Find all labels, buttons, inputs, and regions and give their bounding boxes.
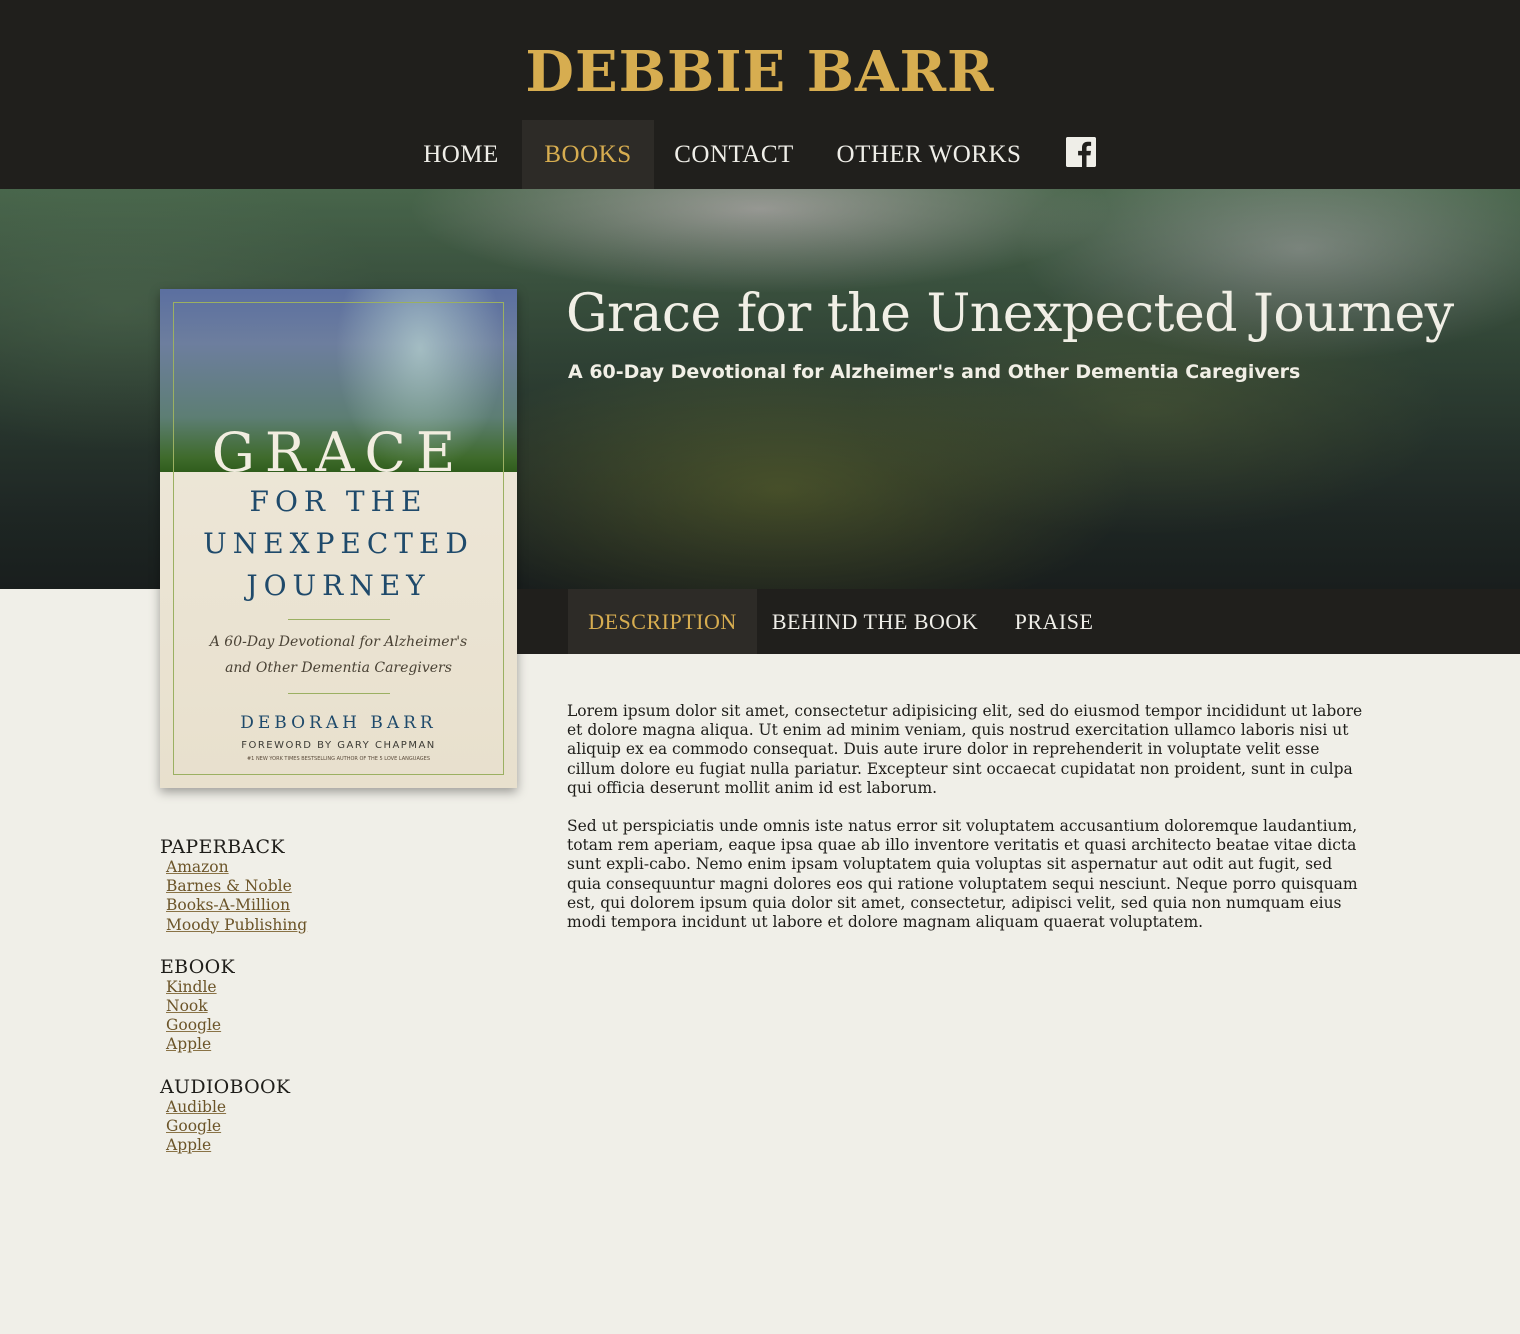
buy-link-apple[interactable]: Apple [166,1035,520,1054]
buy-links: PAPERBACK Amazon Barnes & Noble Books-A-… [160,836,520,1176]
cover-tagline-2: and Other Dementia Caregivers [225,660,452,676]
cover-line-3: JOURNEY [246,569,431,602]
buy-heading: EBOOK [160,955,236,978]
buy-heading: PAPERBACK [160,836,285,858]
cover-grace: GRACE [211,421,466,484]
nav-contact[interactable]: CONTACT [654,120,814,189]
buy-link-kindle[interactable]: Kindle [166,978,520,997]
buy-group-audiobook: AUDIOBOOK Audible Google Apple [160,1076,520,1156]
cover-line-2: UNEXPECTED [203,527,474,560]
buy-heading: AUDIOBOOK [160,1075,291,1098]
main-nav: HOME BOOKS CONTACT OTHER WORKS [0,120,1520,189]
buy-link-google[interactable]: Google [166,1117,520,1136]
book-subtitle: A 60-Day Devotional for Alzheimer's and … [568,361,1301,383]
tab-behind-the-book[interactable]: BEHIND THE BOOK [757,589,993,654]
description-paragraph: Lorem ipsum dolor sit amet, consectetur … [567,702,1363,797]
nav-other-works[interactable]: OTHER WORKS [814,120,1044,189]
book-title: Grace for the Unexpected Journey [566,284,1454,344]
description-paragraph: Sed ut perspiciatis unde omnis iste natu… [567,817,1358,932]
buy-link-amazon[interactable]: Amazon [166,858,520,877]
buy-link-nook[interactable]: Nook [166,997,520,1016]
nav-home[interactable]: HOME [400,120,522,189]
buy-link-books-a-million[interactable]: Books-A-Million [166,896,520,915]
cover-rule-top [288,619,390,620]
nav-books[interactable]: BOOKS [522,120,654,189]
book-cover[interactable]: GRACE FOR THE UNEXPECTED JOURNEY A 60-Da… [160,289,517,788]
buy-link-google[interactable]: Google [166,1016,520,1035]
tab-praise[interactable]: PRAISE [993,589,1115,654]
description-panel: Lorem ipsum dolor sit amet, consectetur … [567,702,1367,951]
tab-description[interactable]: DESCRIPTION [568,589,757,654]
facebook-icon[interactable] [1066,137,1096,167]
book-tabs: DESCRIPTION BEHIND THE BOOK PRAISE [517,589,1520,654]
buy-link-barnes-noble[interactable]: Barnes & Noble [166,877,520,896]
cover-tagline-1: A 60-Day Devotional for Alzheimer's [209,634,468,650]
cover-rule-bottom [288,693,390,694]
buy-link-audible[interactable]: Audible [166,1098,520,1117]
buy-group-paperback: PAPERBACK Amazon Barnes & Noble Books-A-… [160,836,520,935]
buy-link-apple[interactable]: Apple [166,1136,520,1155]
buy-link-moody[interactable]: Moody Publishing [166,916,520,935]
site-title[interactable]: DEBBIE BARR [0,34,1520,110]
buy-group-ebook: EBOOK Kindle Nook Google Apple [160,956,520,1055]
site-header: DEBBIE BARR HOME BOOKS CONTACT OTHER WOR… [0,0,1520,189]
cover-author: DEBORAH BARR [240,713,437,733]
cover-foreword: FOREWORD BY GARY CHAPMAN [241,740,436,751]
cover-bestseller-note: #1 NEW YORK TIMES BESTSELLING AUTHOR OF … [246,756,430,762]
cover-line-1: FOR THE [249,485,428,518]
